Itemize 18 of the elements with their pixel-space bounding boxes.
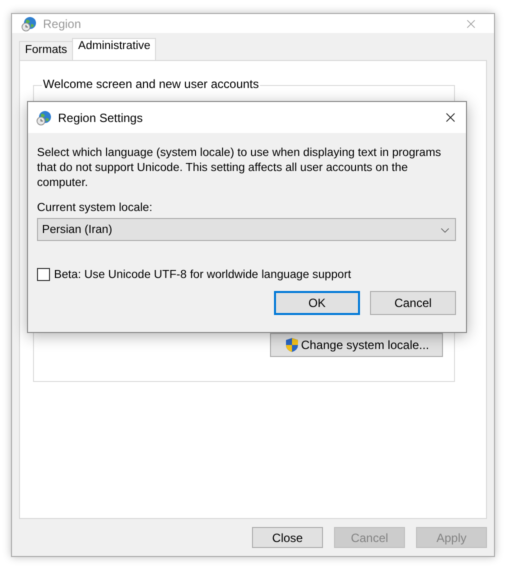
- checkbox-label: Beta: Use Unicode UTF-8 for worldwide language support: [54, 268, 352, 281]
- dialog-button[interactable]: OK: [274, 291, 360, 315]
- tab[interactable]: Formats: [19, 41, 74, 60]
- dialog-title: Region Settings: [58, 110, 144, 124]
- dialog-button[interactable]: Close: [252, 527, 323, 548]
- shield-icon: [284, 337, 300, 353]
- globe-clock-icon: [21, 16, 37, 32]
- description-text: Select which language (system locale) to use when displaying text in programs that do not support Unicode. This setting affects all user accounts on the computer.: [37, 145, 442, 190]
- field-label: Current system locale:: [37, 201, 154, 214]
- close-icon[interactable]: [444, 111, 457, 124]
- group-title: Welcome screen and new user accounts: [42, 77, 260, 91]
- locale-dropdown[interactable]: Persian (Iran): [37, 218, 456, 241]
- window-title: Region: [43, 16, 82, 30]
- checkbox[interactable]: [37, 268, 50, 281]
- dialog-button[interactable]: Cancel: [370, 291, 456, 315]
- tab[interactable]: Administrative: [72, 38, 156, 60]
- change-locale-button[interactable]: Change system locale...: [270, 333, 443, 357]
- globe-clock-icon: [36, 110, 52, 126]
